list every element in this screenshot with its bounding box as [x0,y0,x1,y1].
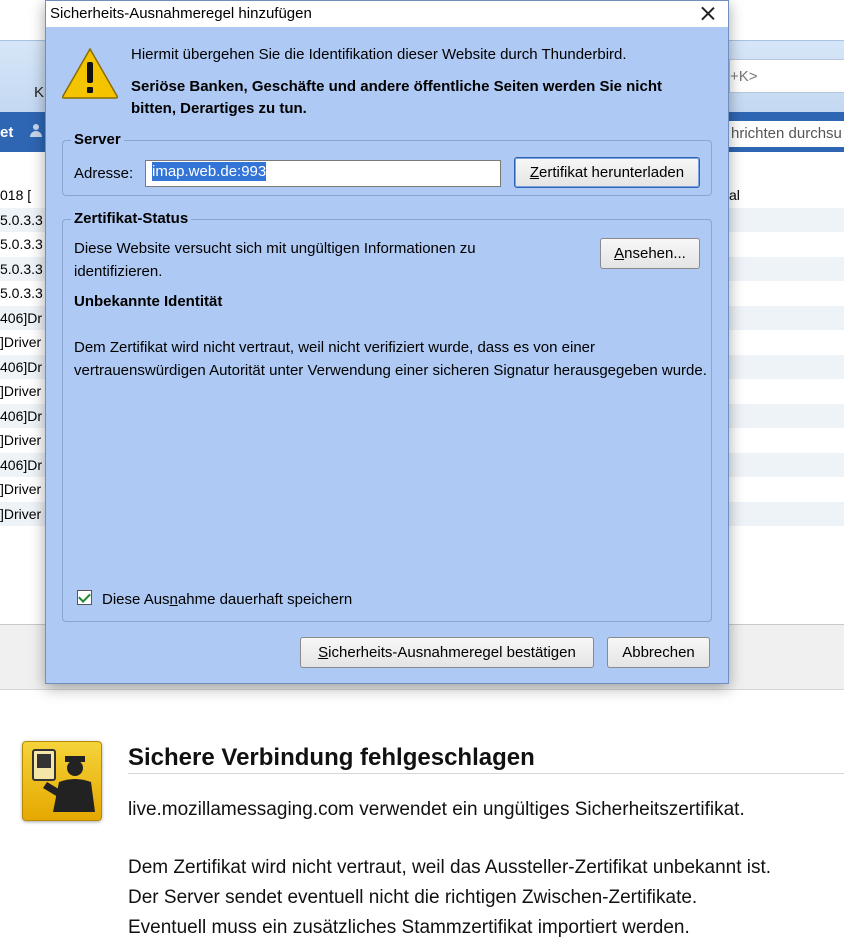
message-row-date: 406]Dr [0,407,43,424]
message-row-date: 406]Dr [0,456,43,473]
message-row-date: 406]Dr [0,309,43,326]
permanent-exception-checkbox[interactable] [77,590,92,605]
message-row-date: ]Driver [0,505,42,522]
message-row-date: ]Driver [0,481,42,497]
intro-warning: Seriöse Banken, Geschäfte und andere öff… [131,78,662,117]
server-legend: Server [71,131,124,148]
toolbar-partial-label: K [34,84,45,101]
permanent-exception-label[interactable]: Diese Ausnahme dauerhaft speichern [102,591,352,608]
message-row-date: 018 [ [0,187,32,203]
message-row-account: al [729,187,740,203]
error-title: Sichere Verbindung fehlgeschlagen [128,744,535,771]
message-row-date: 5.0.3.3 [0,211,43,228]
message-row-date: 5.0.3.3 [0,260,43,277]
error-detail-line: Der Server sendet eventuell nicht die ri… [128,887,698,908]
cancel-button[interactable]: Abbrechen [607,637,710,668]
certificate-status-description: Diese Website versucht sich mit ungültig… [74,240,476,280]
address-label: Adresse: [74,165,134,182]
message-row-date: 406]Dr [0,358,43,375]
error-message: live.mozillamessaging.com verwendet ein … [128,799,745,820]
security-officer-icon [22,741,102,821]
global-search-input[interactable]: +K> [729,59,844,93]
certificate-status-legend: Zertifikat-Status [71,210,192,227]
certificate-status-heading: Unbekannte Identität [74,293,223,310]
add-security-exception-dialog: Sicherheits-Ausnahmeregel hinzufügen Hie… [45,0,729,684]
message-row-date: ]Driver [0,383,42,399]
view-certificate-button[interactable]: Ansehen... [600,238,700,269]
message-search-input[interactable]: hrichten durchsu [729,121,844,147]
message-row-date: ]Driver [0,432,42,448]
confirm-exception-button[interactable]: Sicherheits-Ausnahmeregel bestätigen [300,637,594,668]
message-row-date: 5.0.3.3 [0,236,43,252]
message-row-date: 5.0.3.3 [0,285,43,301]
error-detail-line: Eventuell muss ein zusätzliches Stammzer… [128,917,690,938]
close-icon[interactable] [696,2,720,26]
address-input[interactable]: imap.web.de:993 [145,160,501,187]
error-detail-line: Dem Zertifikat wird nicht vertraut, weil… [128,857,772,878]
message-row-date: ]Driver [0,334,42,350]
contact-icon[interactable] [30,124,42,138]
warning-triangle-icon [61,47,119,99]
error-title-divider [128,773,844,774]
dialog-titlebar: Sicherheits-Ausnahmeregel hinzufügen [46,1,728,27]
download-certificate-button[interactable]: Zertifikat herunterladen [514,157,700,188]
certificate-status-details: Dem Zertifikat wird nicht vertraut, weil… [74,339,707,379]
quick-filter-label[interactable]: et [0,124,13,141]
dialog-title: Sicherheits-Ausnahmeregel hinzufügen [50,5,312,22]
intro-text: Hiermit übergehen Sie die Identifikation… [131,46,627,63]
